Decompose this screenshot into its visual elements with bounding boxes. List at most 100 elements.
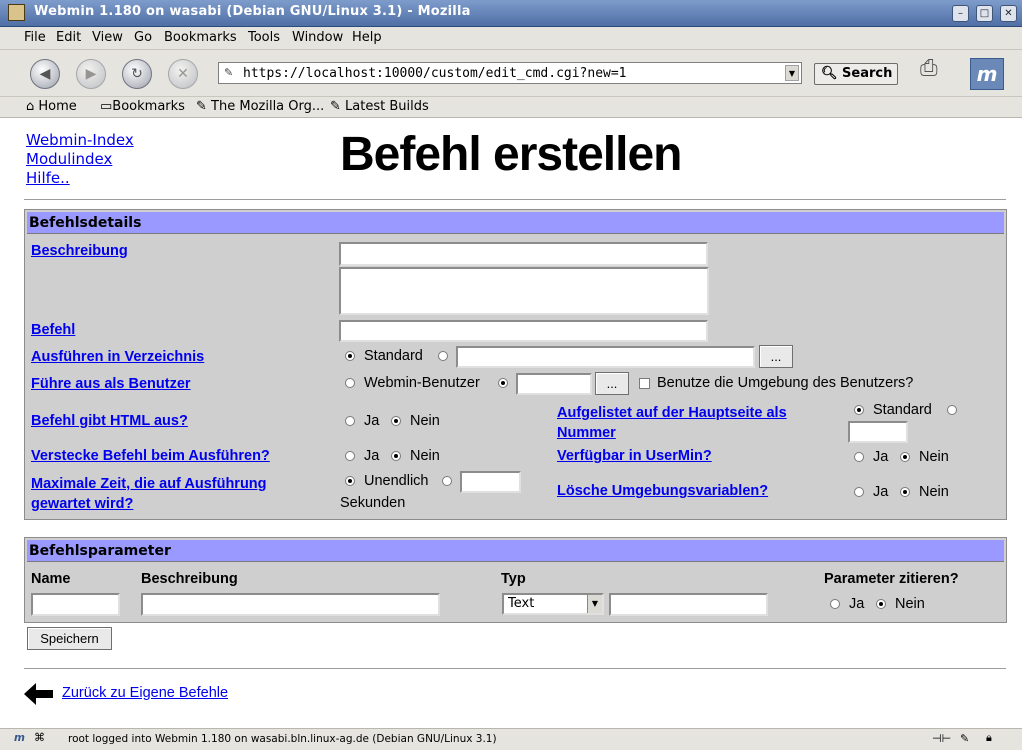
maximize-icon[interactable]: □ bbox=[976, 5, 993, 22]
verstecke-ja-radio[interactable] bbox=[345, 451, 355, 461]
verzeichnis-label[interactable]: Ausführen in Verzeichnis bbox=[31, 349, 204, 365]
bookmark-latest-builds[interactable]: ✎ Latest Builds bbox=[330, 99, 429, 114]
html-label[interactable]: Befehl gibt HTML aus? bbox=[31, 413, 188, 429]
usermin-ja-label: Ja bbox=[873, 449, 889, 465]
section-header: Befehlsdetails bbox=[27, 212, 1004, 234]
usermin-label[interactable]: Verfügbar in UserMin? bbox=[557, 448, 712, 464]
col-name-header: Name bbox=[31, 571, 71, 587]
window-titlebar: Webmin 1.180 on wasabi (Debian GNU/Linux… bbox=[0, 0, 1022, 27]
usermin-nein-radio[interactable] bbox=[900, 452, 910, 462]
menu-edit[interactable]: Edit bbox=[56, 30, 81, 45]
divider bbox=[24, 199, 1006, 201]
menu-go[interactable]: Go bbox=[134, 30, 152, 45]
module-index-link[interactable]: Modulindex bbox=[26, 150, 112, 168]
param-typ-value: Text bbox=[508, 596, 535, 611]
bookmark-bookmarks[interactable]: ▭Bookmarks bbox=[100, 99, 185, 114]
col-zitieren-header: Parameter zitieren? bbox=[824, 571, 959, 587]
loesche-ja-label: Ja bbox=[873, 484, 889, 500]
section-header: Befehlsparameter bbox=[27, 540, 1004, 562]
verstecke-nein-radio[interactable] bbox=[391, 451, 401, 461]
verstecke-label[interactable]: Verstecke Befehl beim Ausführen? bbox=[31, 448, 270, 464]
aufgelistet-standard-radio[interactable] bbox=[854, 405, 864, 415]
url-dropdown-icon[interactable]: ▼ bbox=[785, 65, 799, 81]
aufgelistet-standard-label: Standard bbox=[873, 402, 932, 418]
menu-view[interactable]: View bbox=[92, 30, 123, 45]
sekunden-label: Sekunden bbox=[340, 495, 406, 511]
verzeichnis-browse-button[interactable]: ... bbox=[759, 345, 793, 368]
verzeichnis-custom-radio[interactable] bbox=[438, 351, 448, 361]
divider bbox=[24, 668, 1006, 670]
verstecke-ja-label: Ja bbox=[364, 448, 380, 464]
aufgelistet-custom-radio[interactable] bbox=[947, 405, 957, 415]
status-bar: m ⌘ root logged into Webmin 1.180 on was… bbox=[0, 728, 1022, 750]
param-name-input[interactable] bbox=[31, 593, 120, 616]
bookmark-home[interactable]: ⌂ Home bbox=[26, 99, 77, 114]
loesche-nein-radio[interactable] bbox=[900, 487, 910, 497]
print-icon[interactable]: ⎙ bbox=[920, 56, 950, 86]
status-text: root logged into Webmin 1.180 on wasabi.… bbox=[68, 733, 497, 745]
loesche-ja-radio[interactable] bbox=[854, 487, 864, 497]
zitieren-ja-radio[interactable] bbox=[830, 599, 840, 609]
col-beschreibung-header: Beschreibung bbox=[141, 571, 238, 587]
menu-help[interactable]: Help bbox=[352, 30, 382, 45]
menu-file[interactable]: File bbox=[24, 30, 46, 45]
maxzeit-custom-radio[interactable] bbox=[442, 476, 452, 486]
param-beschreibung-input[interactable] bbox=[141, 593, 440, 616]
menu-tools[interactable]: Tools bbox=[248, 30, 280, 45]
param-options-input[interactable] bbox=[609, 593, 768, 616]
menu-window[interactable]: Window bbox=[292, 30, 343, 45]
forward-icon[interactable]: ▶ bbox=[76, 59, 106, 89]
stop-icon[interactable]: ✕ bbox=[168, 59, 198, 89]
verzeichnis-input[interactable] bbox=[456, 346, 755, 368]
app-icon bbox=[8, 4, 25, 21]
zitieren-nein-radio[interactable] bbox=[876, 599, 886, 609]
maxzeit-unendlich-label: Unendlich bbox=[364, 473, 429, 489]
back-icon[interactable]: ◀ bbox=[30, 59, 60, 89]
benutzer-custom-radio[interactable] bbox=[498, 378, 508, 388]
close-window-icon[interactable]: ✕ bbox=[1000, 5, 1017, 22]
reload-icon[interactable]: ↻ bbox=[122, 59, 152, 89]
url-field[interactable]: ✎ https://localhost:10000/custom/edit_cm… bbox=[218, 62, 802, 84]
verzeichnis-standard-label: Standard bbox=[364, 348, 423, 364]
aufgelistet-label[interactable]: Aufgelistet auf der Hauptseite als Numme… bbox=[557, 403, 827, 443]
page-icon: ✎ bbox=[224, 66, 234, 79]
html-ja-label: Ja bbox=[364, 413, 380, 429]
loesche-label[interactable]: Lösche Umgebungsvariablen? bbox=[557, 483, 768, 499]
param-typ-select[interactable]: Text ▼ bbox=[502, 593, 604, 615]
benutzer-input[interactable] bbox=[516, 373, 592, 395]
connection-icon: ⊣⊢ bbox=[932, 732, 952, 745]
bookmark-mozilla-org[interactable]: ✎ The Mozilla Org... bbox=[196, 99, 324, 114]
beschreibung-input[interactable] bbox=[339, 242, 708, 266]
umgebung-checkbox[interactable] bbox=[639, 378, 650, 389]
aufgelistet-input[interactable] bbox=[848, 421, 908, 443]
url-text: https://localhost:10000/custom/edit_cmd.… bbox=[243, 66, 627, 81]
menu-bookmarks[interactable]: Bookmarks bbox=[164, 30, 237, 45]
webmin-index-link[interactable]: Webmin-Index bbox=[26, 131, 134, 149]
usermin-ja-radio[interactable] bbox=[854, 452, 864, 462]
search-button-label: Search bbox=[842, 66, 893, 81]
maxzeit-input[interactable] bbox=[460, 471, 521, 493]
benutzer-browse-button[interactable]: ... bbox=[595, 372, 629, 395]
minimize-icon[interactable]: – bbox=[952, 5, 969, 22]
webmin-benutzer-radio[interactable] bbox=[345, 378, 355, 388]
befehl-input[interactable] bbox=[339, 320, 708, 342]
zitieren-ja-label: Ja bbox=[849, 596, 865, 612]
zitieren-nein-label: Nein bbox=[895, 596, 925, 612]
back-arrow-icon[interactable] bbox=[24, 683, 54, 705]
back-to-commands-link[interactable]: Zurück zu Eigene Befehle bbox=[62, 685, 228, 701]
html-ja-radio[interactable] bbox=[345, 416, 355, 426]
benutzer-label[interactable]: Führe aus als Benutzer bbox=[31, 376, 191, 392]
umgebung-label: Benutze die Umgebung des Benutzers? bbox=[657, 375, 914, 391]
maxzeit-label[interactable]: Maximale Zeit, die auf Ausführung gewart… bbox=[31, 474, 321, 514]
menu-bar: File Edit View Go Bookmarks Tools Window… bbox=[0, 27, 1022, 50]
maxzeit-unendlich-radio[interactable] bbox=[345, 476, 355, 486]
html-nein-radio[interactable] bbox=[391, 416, 401, 426]
beschreibung-textarea[interactable] bbox=[339, 267, 709, 315]
help-link[interactable]: Hilfe.. bbox=[26, 169, 70, 187]
home-icon: ⌂ bbox=[26, 99, 35, 114]
search-button[interactable]: 🔍︎ Search bbox=[814, 63, 898, 85]
befehl-label[interactable]: Befehl bbox=[31, 322, 75, 338]
save-button[interactable]: Speichern bbox=[27, 627, 112, 650]
verzeichnis-standard-radio[interactable] bbox=[345, 351, 355, 361]
beschreibung-label[interactable]: Beschreibung bbox=[31, 243, 128, 259]
